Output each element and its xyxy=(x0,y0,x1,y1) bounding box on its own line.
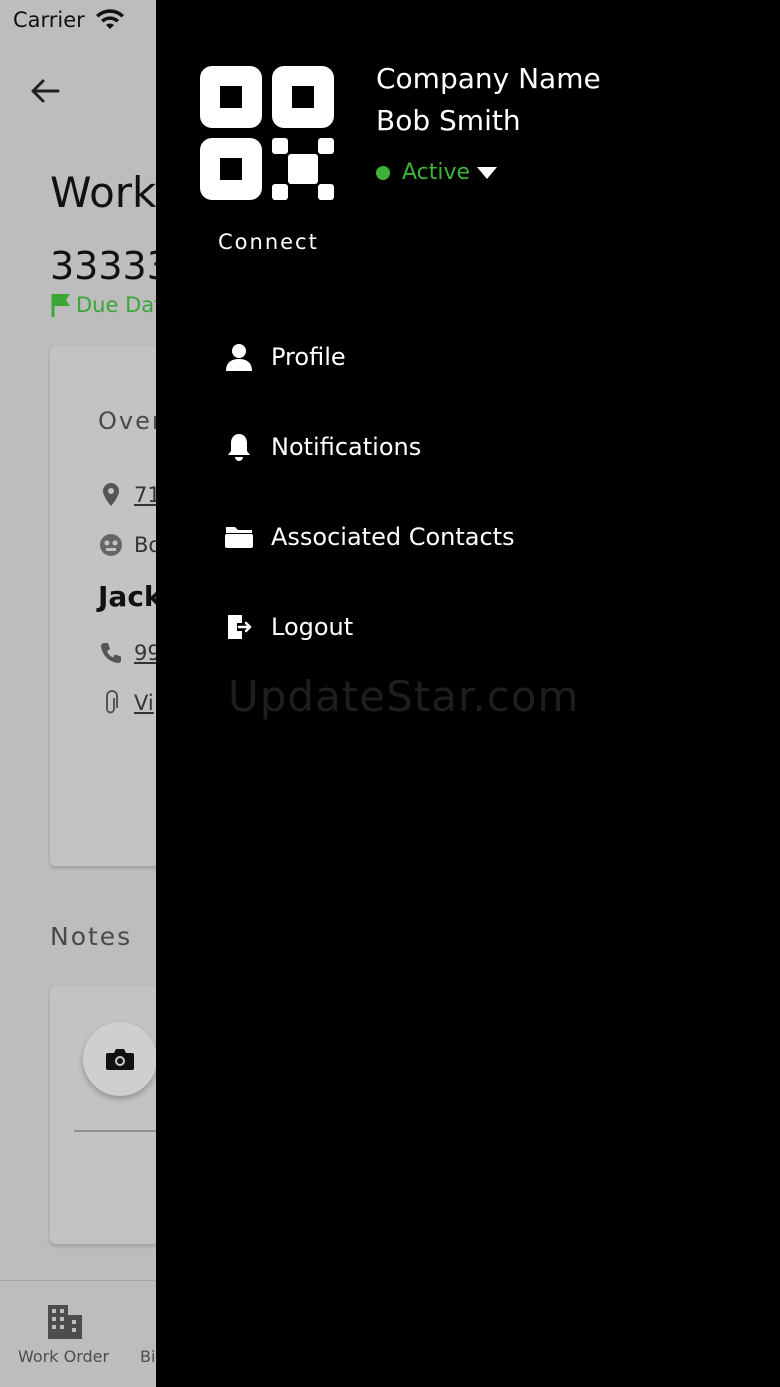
nav-work-order[interactable]: Work Order xyxy=(18,1301,109,1366)
camera-button[interactable] xyxy=(83,1022,157,1096)
drawer-menu: Profile Notifications Associated Contact… xyxy=(222,326,742,686)
address-row: 71 xyxy=(98,482,161,508)
contact-name: Jack xyxy=(98,580,163,613)
camera-icon xyxy=(106,1049,134,1070)
robot-icon xyxy=(98,532,124,558)
person-icon xyxy=(222,340,256,374)
status-dot-icon xyxy=(376,165,390,180)
caret-down-icon xyxy=(477,166,498,179)
folder-icon xyxy=(222,520,256,554)
nav-work-order-label: Work Order xyxy=(18,1347,110,1366)
attachment-row: Vi xyxy=(98,690,154,716)
bot-row: Bo xyxy=(98,532,161,558)
work-order-number: 33333 xyxy=(50,244,171,288)
phone-icon xyxy=(98,640,124,666)
status-label: Active xyxy=(402,160,471,185)
menu-label-notifications: Notifications xyxy=(271,433,422,461)
nav-second-label: Bi xyxy=(140,1347,156,1366)
navigation-drawer: Connect Company Name Bob Smith Active Pr… xyxy=(156,0,780,1387)
menu-item-logout[interactable]: Logout xyxy=(222,596,742,658)
wifi-icon xyxy=(95,9,124,29)
menu-label-associated-contacts: Associated Contacts xyxy=(271,523,515,551)
building-icon xyxy=(47,1305,82,1339)
menu-label-logout: Logout xyxy=(271,613,354,641)
overview-title: Over xyxy=(98,407,164,435)
menu-label-profile: Profile xyxy=(271,343,346,371)
user-name: Bob Smith xyxy=(376,104,521,137)
paperclip-icon xyxy=(98,690,124,716)
due-date-row: Due Dat xyxy=(50,292,162,318)
notes-title: Notes xyxy=(50,922,133,951)
qr-logo-icon xyxy=(200,66,334,200)
location-pin-icon xyxy=(98,482,124,508)
screen: Carrier Work 33333 Due Dat Over 71 Bo Ja… xyxy=(0,0,780,1387)
bell-icon xyxy=(222,430,256,464)
carrier-label: Carrier xyxy=(13,8,85,32)
status-dropdown[interactable]: Active xyxy=(376,160,498,185)
logout-icon xyxy=(222,610,256,644)
due-date-label: Due Dat xyxy=(76,293,163,317)
menu-item-profile[interactable]: Profile xyxy=(222,326,742,388)
logo-caption: Connect xyxy=(218,230,319,254)
back-arrow-icon[interactable] xyxy=(28,74,62,108)
menu-item-associated-contacts[interactable]: Associated Contacts xyxy=(222,506,742,568)
notes-divider xyxy=(74,1130,164,1132)
menu-item-notifications[interactable]: Notifications xyxy=(222,416,742,478)
view-link[interactable]: Vi xyxy=(134,691,154,715)
company-name: Company Name xyxy=(376,62,601,95)
watermark: UpdateStar.com xyxy=(228,672,580,721)
nav-second[interactable]: Bi xyxy=(140,1301,155,1366)
page-title: Work xyxy=(50,168,157,217)
flag-icon xyxy=(51,294,70,317)
